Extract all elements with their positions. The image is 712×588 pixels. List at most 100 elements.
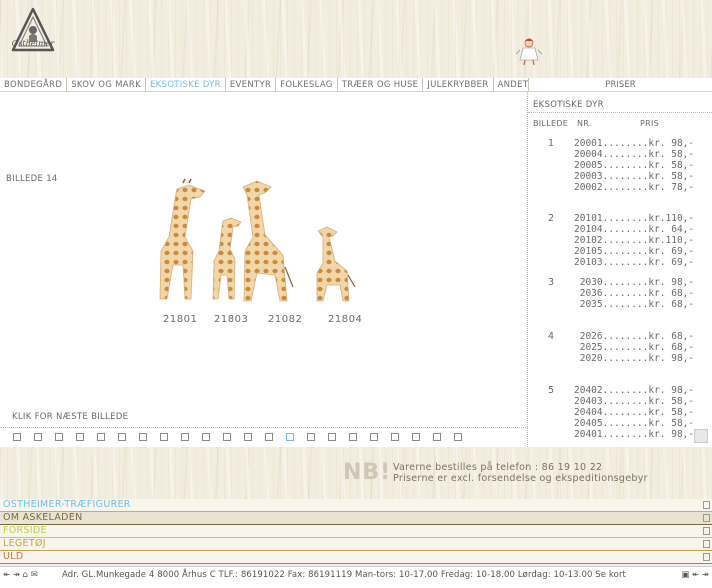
art-number-3: 21082 [268, 314, 303, 325]
footer-link-label: ULD [3, 551, 24, 562]
nav-item-eventyr[interactable]: EVENTYR [226, 77, 277, 92]
nav-item-andet[interactable]: ANDET [494, 78, 533, 92]
back-icon[interactable]: ↞ [3, 570, 10, 580]
child-figure-icon [514, 36, 544, 66]
thumbnail-16[interactable] [328, 433, 336, 441]
price-lines: 20001........kr. 98,- 20004........kr. 58… [574, 138, 694, 193]
footer-link-legetoej[interactable]: LEGETØJ [0, 538, 712, 551]
nav-item-julekrybber[interactable]: JULEKRYBBER [423, 77, 494, 92]
thumbnail-19[interactable] [391, 433, 399, 441]
thumbnail-15[interactable] [307, 433, 315, 441]
map-icons: ▣ ↞ ↠ [681, 567, 709, 583]
art-number-2: 21803 [214, 314, 249, 325]
ostheimer-logo[interactable]: Ostheimer [10, 6, 56, 58]
thumbnail-8[interactable] [160, 433, 168, 441]
giraffe-figures-image [159, 178, 356, 302]
product-image-panel: BILLEDE 14 21801 21803 21082 21804 KLIK … [0, 92, 528, 447]
arrow-left-icon[interactable]: ↞ [692, 570, 699, 580]
thumbnail-22[interactable] [454, 433, 462, 441]
logo-icon [11, 7, 55, 52]
thumbnail-2[interactable] [34, 433, 42, 441]
forward-icon[interactable]: ↠ [13, 570, 20, 580]
price-lines: 2026........kr. 68,- 2025........kr. 68,… [574, 331, 694, 364]
thumbnail-1[interactable] [13, 433, 21, 441]
thumbnail-9[interactable] [181, 433, 189, 441]
group-number: 5 [548, 385, 555, 396]
price-line: 20401........kr. 98,- [574, 429, 695, 440]
arrow-right-icon[interactable]: ↠ [702, 570, 709, 580]
col-header-pris: PRIS [640, 119, 660, 128]
price-list-panel: EKSOTISKE DYR BILLEDE NR. PRIS 1 20001..… [528, 92, 712, 447]
price-line: 20402........kr. 98,- [574, 385, 695, 396]
corner-icon [703, 514, 710, 522]
price-lines: 20101........kr.110,- 20104........kr. 64… [574, 213, 694, 268]
billede-label: BILLEDE 14 [6, 174, 58, 184]
corner-icon [703, 540, 710, 548]
thumbnail-13[interactable] [265, 433, 273, 441]
nav-item-traeer-og-huse[interactable]: TRÆER OG HUSE [338, 77, 424, 92]
price-line: 2025........kr. 68,- [574, 342, 695, 353]
thumbnail-18[interactable] [370, 433, 378, 441]
nav-item-eksotiske-dyr[interactable]: EKSOTISKE DYR [146, 77, 226, 92]
group-number: 4 [548, 331, 555, 342]
footer-link-label: LEGETØJ [3, 538, 46, 549]
price-line: 20101........kr.110,- [574, 213, 695, 224]
price-line: 20405........kr. 58,- [574, 418, 695, 429]
thumbnail-17[interactable] [349, 433, 357, 441]
footer-link-om-askeladen[interactable]: OM ASKELADEN [0, 512, 712, 525]
thumbnail-14[interactable] [286, 433, 294, 441]
nb-mark: NB! [343, 460, 392, 485]
next-image-link[interactable]: KLIK FOR NÆSTE BILLEDE [12, 412, 128, 422]
nav-item-folkeslag[interactable]: FOLKESLAG [276, 77, 338, 92]
nav-item-skov-og-mark[interactable]: SKOV OG MARK [67, 77, 146, 92]
art-number-1: 21801 [163, 314, 198, 325]
price-note-text: Priserne er excl. forsendelse og ekspedi… [393, 473, 648, 484]
thumbnail-10[interactable] [202, 433, 210, 441]
thumbnail-5[interactable] [97, 433, 105, 441]
thumbnail-4[interactable] [76, 433, 84, 441]
thumbnail-7[interactable] [139, 433, 147, 441]
price-lines: 2030........kr. 98,- 2036........kr. 68,… [574, 277, 694, 310]
address-bar: ↞ ↠ ⌂ ✉ Adr. GL.Munkegade 4 8000 Århus C… [0, 566, 712, 588]
mail-icon[interactable]: ✉ [31, 570, 38, 580]
header: Ostheimer [0, 0, 712, 78]
thumbnail-3[interactable] [55, 433, 63, 441]
thumbnail-20[interactable] [412, 433, 420, 441]
price-line: 20403........kr. 58,- [574, 396, 695, 407]
footer-link-uld[interactable]: ULD [0, 551, 712, 564]
col-header-nr: NR. [577, 119, 592, 128]
price-line: 20103........kr. 69,- [574, 257, 695, 268]
scroll-button[interactable] [694, 429, 708, 443]
footer-link-label: OM ASKELADEN [3, 512, 83, 523]
thumbnail-11[interactable] [223, 433, 231, 441]
divider [528, 112, 712, 113]
giraffe-21803 [212, 217, 242, 300]
group-number: 2 [548, 213, 555, 224]
thumbnail-6[interactable] [118, 433, 126, 441]
group-number: 3 [548, 277, 555, 288]
ordering-phone-text: Varerne bestilles på telefon : 86 19 10 … [393, 462, 603, 473]
price-line: 20104........kr. 64,- [574, 224, 695, 235]
footer-link-ostheimer[interactable]: OSTHEIMER-TRÆFIGURER [0, 499, 712, 512]
col-header-billede: BILLEDE [533, 119, 569, 128]
price-list-title: EKSOTISKE DYR [533, 100, 604, 110]
priser-heading: PRISER [528, 78, 712, 92]
logo-text: Ostheimer [11, 39, 55, 48]
corner-icon [703, 501, 710, 509]
price-line: 20102........kr.110,- [574, 235, 695, 246]
thumbnail-21[interactable] [433, 433, 441, 441]
corner-icon [703, 527, 710, 535]
price-lines: 20402........kr. 98,- 20403........kr. 58… [574, 385, 694, 440]
giraffe-21804 [316, 226, 356, 302]
thumbnail-12[interactable] [244, 433, 252, 441]
map-icon[interactable]: ▣ [681, 570, 689, 580]
price-line: 20003........kr. 58,- [574, 171, 695, 182]
footer-link-forside[interactable]: FORSIDE [0, 525, 712, 538]
art-number-4: 21804 [328, 314, 363, 325]
address-text: Adr. GL.Munkegade 4 8000 Århus C TLF.: 8… [62, 570, 626, 580]
giraffe-21801 [159, 178, 206, 300]
home-icon[interactable]: ⌂ [23, 570, 28, 580]
price-line: 2035........kr. 68,- [574, 299, 695, 310]
nav-item-bondegaard[interactable]: BONDEGÅRD [0, 77, 68, 92]
category-nav: BONDEGÅRD SKOV OG MARK EKSOTISKE DYR EVE… [0, 77, 528, 92]
